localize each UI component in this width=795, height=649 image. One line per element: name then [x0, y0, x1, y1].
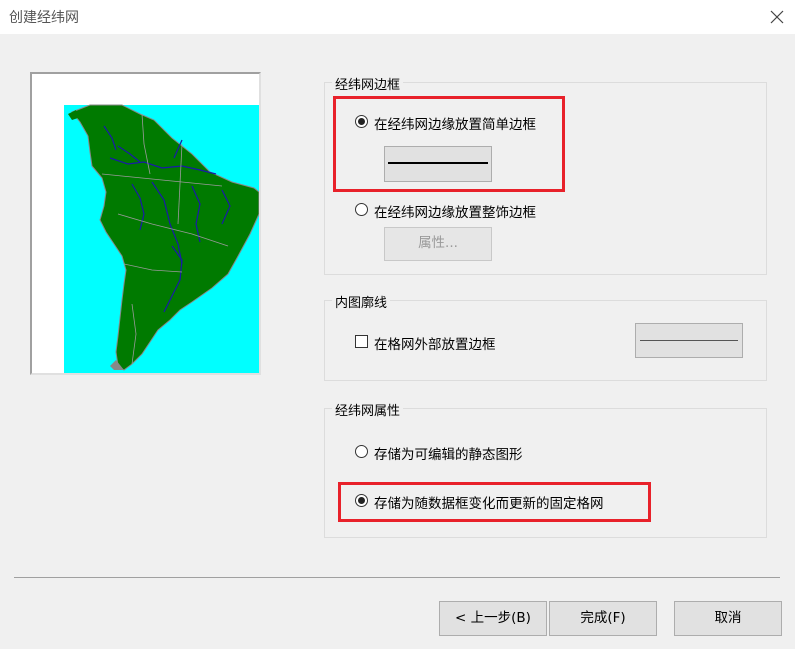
fancy-border-label[interactable]: 在经纬网边缘放置整饰边框	[374, 201, 536, 221]
outside-border-checkbox[interactable]	[355, 335, 368, 348]
properties-button[interactable]: 属性...	[384, 227, 492, 261]
static-graphics-label[interactable]: 存储为可编辑的静态图形	[374, 443, 523, 463]
cancel-button[interactable]: 取消	[674, 601, 782, 636]
graticule-props-label: 经纬网属性	[332, 400, 404, 419]
finish-button[interactable]: 完成(F)	[549, 601, 657, 636]
highlight-simple-border	[333, 96, 565, 192]
south-america-map-image	[64, 104, 259, 373]
close-button[interactable]	[766, 6, 788, 28]
highlight-fixed-grid	[338, 482, 651, 522]
window-title: 创建经纬网	[9, 10, 79, 26]
border-group-label: 经纬网边框	[332, 74, 404, 93]
neatline-style-button[interactable]	[635, 323, 743, 358]
outside-border-label[interactable]: 在格网外部放置边框	[374, 333, 496, 353]
neatline-style-preview	[640, 340, 738, 341]
footer-divider	[14, 577, 780, 578]
map-preview	[30, 72, 261, 375]
back-button[interactable]: < 上一步(B)	[439, 601, 547, 636]
fancy-border-radio[interactable]	[355, 203, 368, 216]
close-icon	[770, 10, 784, 24]
static-graphics-radio[interactable]	[355, 445, 368, 458]
neatline-group-label: 内图廓线	[332, 292, 391, 311]
title-bar	[0, 0, 795, 34]
